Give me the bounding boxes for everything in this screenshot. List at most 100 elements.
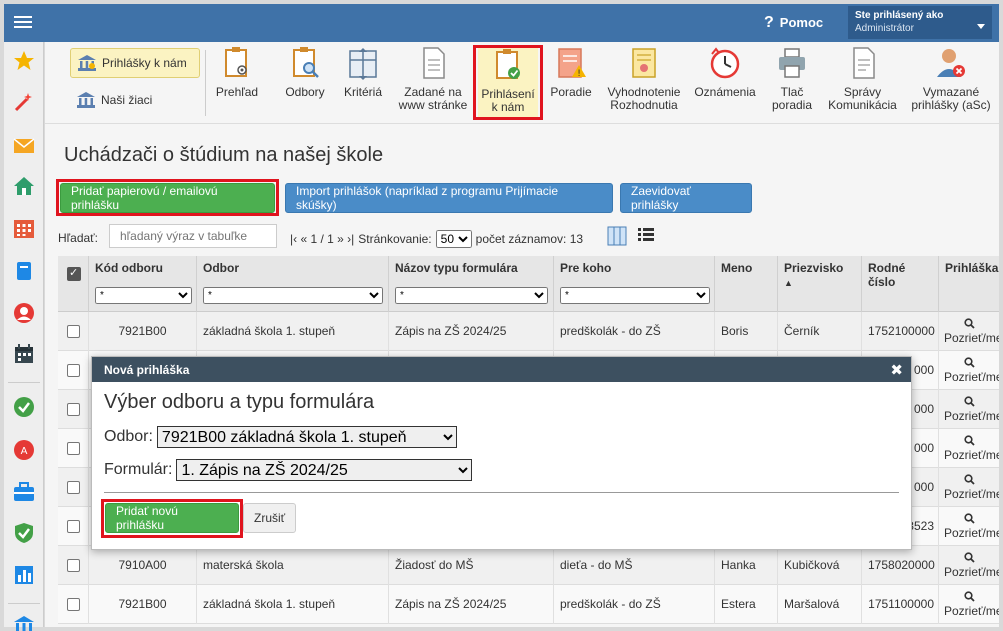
row-checkbox[interactable]: [67, 325, 80, 338]
cell-name: Hanka: [715, 546, 778, 585]
row-checkbox[interactable]: [67, 481, 80, 494]
header-application[interactable]: Prihláška: [939, 256, 999, 312]
cell-form: Zápis na ZŠ 2024/25: [389, 585, 554, 624]
clipboard-search-icon: [293, 47, 319, 78]
help-link[interactable]: ? Pomoc: [764, 14, 823, 32]
tab-print-ranking[interactable]: Tlač poradia: [767, 46, 817, 112]
magic-wand-icon[interactable]: [13, 91, 35, 113]
view-application-link[interactable]: Pozrieť/me: [939, 585, 999, 624]
tab-deleted-applications[interactable]: Vymazané prihlášky (aSc): [907, 46, 995, 112]
grade-badge-icon[interactable]: A: [13, 439, 35, 461]
search-icon: [939, 435, 999, 449]
list-view-icon[interactable]: [637, 226, 655, 244]
header-name[interactable]: Meno: [715, 256, 778, 312]
messages-icon: [852, 47, 875, 79]
cell-for-whom: dieťa - do MŠ: [554, 546, 715, 585]
check-circle-icon[interactable]: [13, 396, 35, 418]
star-icon[interactable]: [13, 50, 35, 72]
tab-criteria[interactable]: Kritériá: [338, 46, 388, 99]
bar-chart-icon[interactable]: [13, 564, 35, 586]
cell-surname: Černík: [778, 312, 862, 351]
tab-notifications[interactable]: Oznámenia: [691, 46, 759, 99]
header-field-label: Odbor: [203, 261, 239, 275]
cell-field: materská škola: [197, 546, 389, 585]
home-icon[interactable]: [13, 175, 35, 197]
filter-form-select[interactable]: *: [395, 287, 548, 304]
book-icon[interactable]: [13, 260, 35, 282]
our-students-button[interactable]: Naši žiaci: [70, 85, 200, 115]
search-icon: [939, 474, 999, 488]
column-view-icon[interactable]: [607, 226, 627, 246]
view-application-link[interactable]: Pozrieť/me: [939, 312, 999, 351]
header-surname[interactable]: Priezvisko ▲: [778, 256, 862, 312]
row-checkbox[interactable]: [67, 442, 80, 455]
table-header: Kód odboru * Odbor * Názov typu formulára *…: [58, 256, 999, 312]
select-all-checkbox[interactable]: [67, 266, 81, 281]
svg-text:!: !: [577, 69, 581, 79]
form-label: Formulár:: [104, 461, 173, 478]
applications-to-us-button[interactable]: Prihlášky k nám: [70, 48, 200, 78]
row-checkbox[interactable]: [67, 403, 80, 416]
tab-overview[interactable]: Prehľad: [212, 46, 262, 99]
filter-code-select[interactable]: *: [95, 287, 192, 304]
view-label: Pozrieť/me: [944, 604, 999, 618]
close-icon[interactable]: ✖: [890, 361, 903, 379]
envelope-icon[interactable]: [13, 135, 35, 157]
bank-icon[interactable]: [13, 614, 35, 631]
tab-criteria-label: Kritériá: [343, 85, 382, 99]
view-label: Pozrieť/me: [944, 565, 999, 579]
user-circle-icon[interactable]: [13, 302, 35, 324]
shield-check-icon[interactable]: [13, 522, 35, 544]
search-icon: [939, 591, 999, 605]
register-applications-button[interactable]: Zaevidovať prihlášky: [620, 183, 752, 213]
highlight-frame: [473, 45, 543, 120]
hamburger-menu-icon[interactable]: [14, 13, 32, 31]
view-application-link[interactable]: Pozrieť/me: [939, 507, 999, 546]
tab-entered-on-web[interactable]: Zadané na www stránke: [395, 46, 471, 112]
form-select[interactable]: 1. Zápis na ZŠ 2024/25: [176, 459, 473, 481]
user-menu[interactable]: Ste prihlásený ako Administrátor: [848, 6, 992, 39]
header-field[interactable]: Odbor *: [197, 256, 389, 312]
briefcase-icon[interactable]: [13, 481, 35, 503]
field-select[interactable]: 7921B00 základná škola 1. stupeň: [156, 426, 457, 448]
tab-ranking-label: Poradie: [550, 85, 592, 99]
row-checkbox[interactable]: [67, 364, 80, 377]
header-for-whom[interactable]: Pre koho *: [554, 256, 715, 312]
filter-for-whom-select[interactable]: *: [560, 287, 710, 304]
calendar-icon[interactable]: [13, 343, 35, 365]
import-applications-button[interactable]: Import prihlášok (napríklad z programu P…: [285, 183, 613, 213]
page-size-select[interactable]: 50: [435, 230, 472, 248]
warning-document-icon: !: [558, 48, 586, 79]
add-paper-application-button[interactable]: Pridať papierovú / emailovú prihlášku: [60, 183, 275, 213]
pager-nav[interactable]: |‹ « 1 / 1 » ›|: [290, 232, 354, 246]
row-checkbox[interactable]: [67, 559, 80, 572]
svg-text:A: A: [21, 446, 28, 457]
add-new-application-button[interactable]: Pridať novú prihlášku: [105, 503, 239, 533]
table-row[interactable]: 7921B00 základná škola 1. stupeň Zápis na …: [58, 312, 999, 351]
tab-fields[interactable]: Odbory: [280, 46, 330, 99]
table-row[interactable]: 7910A00 materská škola Žiadosť do MŠ dieťa …: [58, 546, 999, 585]
view-switcher: [607, 226, 655, 246]
row-checkbox[interactable]: [67, 598, 80, 611]
table-row[interactable]: 7921B00 základná škola 1. stupeň Zápis na …: [58, 585, 999, 624]
view-application-link[interactable]: Pozrieť/me: [939, 546, 999, 585]
view-application-link[interactable]: Pozrieť/me: [939, 468, 999, 507]
help-icon: ?: [764, 14, 774, 31]
tab-evaluation[interactable]: Vyhodnotenie Rozhodnutia: [603, 46, 685, 112]
tab-messages[interactable]: Správy Komunikácia: [825, 46, 900, 112]
row-checkbox[interactable]: [67, 520, 80, 533]
cell-name: Estera: [715, 585, 778, 624]
view-application-link[interactable]: Pozrieť/me: [939, 390, 999, 429]
header-form[interactable]: Názov typu formulára *: [389, 256, 554, 312]
header-birth-number[interactable]: Rodné číslo: [862, 256, 939, 312]
page-title: Uchádzači o štúdium na našej škole: [64, 144, 384, 166]
tab-ranking[interactable]: ! Poradie: [546, 46, 596, 99]
header-code[interactable]: Kód odboru *: [89, 256, 197, 312]
tab-deleted-label2: prihlášky (aSc): [911, 98, 991, 112]
filter-field-select[interactable]: *: [203, 287, 383, 304]
view-application-link[interactable]: Pozrieť/me: [939, 351, 999, 390]
cancel-button[interactable]: Zrušiť: [243, 503, 297, 533]
view-application-link[interactable]: Pozrieť/me: [939, 429, 999, 468]
calendar-grid-icon[interactable]: [13, 218, 35, 240]
search-input[interactable]: [109, 224, 277, 248]
